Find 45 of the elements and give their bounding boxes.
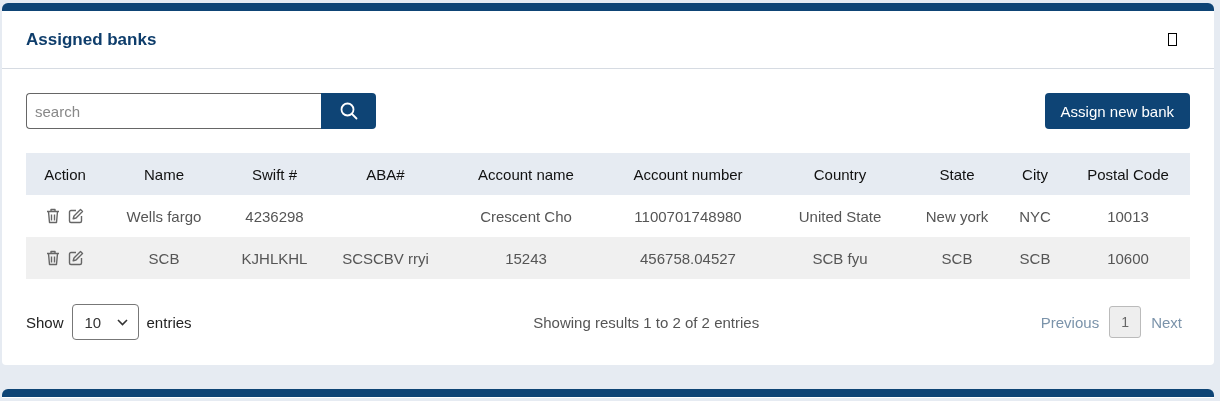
table-cell: Wells fargo [104,195,224,237]
panel-title: Assigned banks [26,29,157,50]
table-cell: KJHLKHL [224,237,325,279]
column-header: Action [26,153,104,195]
previous-link[interactable]: Previous [1040,309,1100,335]
show-label: Show [26,313,64,331]
edit-icon[interactable] [68,208,84,224]
table-cell: SCB [910,237,1004,279]
table-cell: New york [910,195,1004,237]
table-cell: Crescent Cho [446,195,606,237]
table-cell: 1100701748980 [606,195,770,237]
table-cell: SCSCBV rryi [325,237,446,279]
column-header: Account name [446,153,606,195]
next-link[interactable]: Next [1151,309,1182,335]
table-cell: SCB fyu [770,237,910,279]
chevron-down-icon [116,318,128,326]
column-header: City [1004,153,1066,195]
column-header: Name [104,153,224,195]
table-cell: SCB [1004,237,1066,279]
column-header: ABA# [325,153,446,195]
trash-icon[interactable] [46,208,60,224]
column-header: Country [770,153,910,195]
assign-bank-button[interactable]: Assign new bank [1044,93,1190,129]
column-header: State [910,153,1004,195]
page-button[interactable]: 1 [1109,306,1142,338]
table-cell: SCB [104,237,224,279]
results-summary: Showing results 1 to 2 of 2 entries [533,313,760,331]
search-field[interactable]: search [26,93,321,129]
square-icon[interactable] [1168,33,1177,46]
search-button[interactable] [321,93,376,129]
entries-label: entries [146,313,192,331]
search-icon [339,102,358,120]
page-size-dropdown[interactable]: 10 [71,304,139,340]
table-cell: 4236298 [224,195,325,237]
table-cell: 15243 [446,237,606,279]
edit-icon[interactable] [68,250,84,266]
table-cell: NYC [1004,195,1066,237]
table-cell: 456758.04527 [606,237,770,279]
table-cell: 10013 [1066,195,1190,237]
table-cell: 10600 [1066,237,1190,279]
table-cell: United State [770,195,910,237]
column-header: Swift # [224,153,325,195]
column-header: Account number [606,153,770,195]
column-header: Postal Code [1066,153,1190,195]
trash-icon[interactable] [46,250,60,266]
